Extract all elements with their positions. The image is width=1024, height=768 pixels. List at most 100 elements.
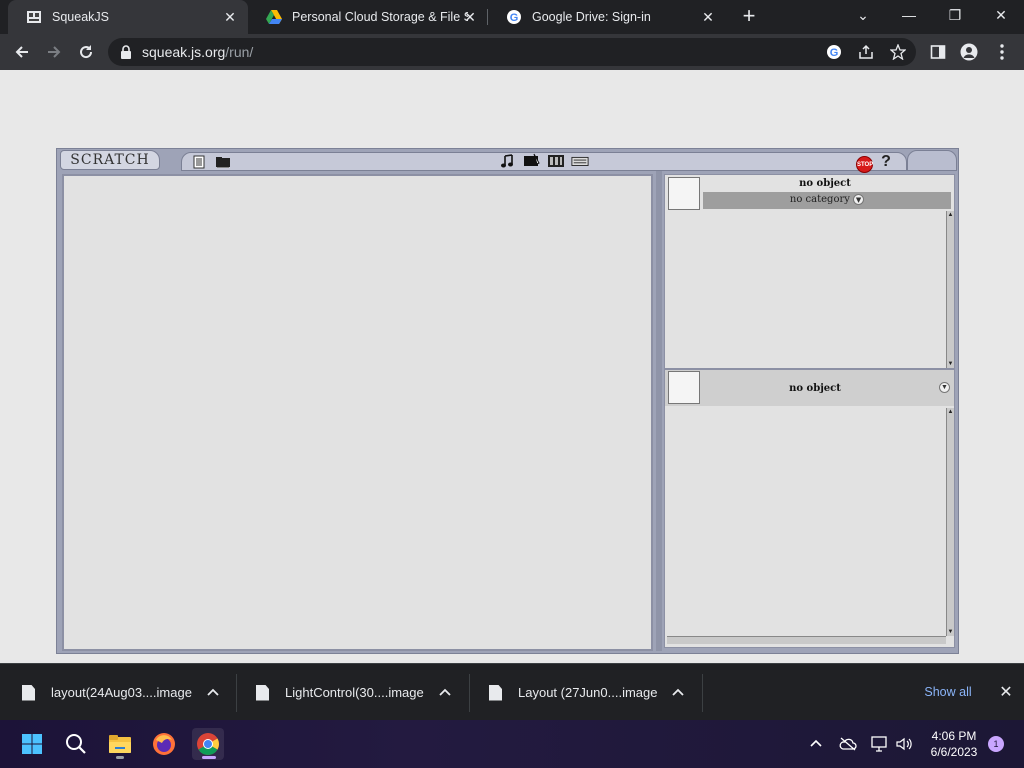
network-icon[interactable]: [870, 734, 890, 754]
scratch-top-bar: [181, 152, 907, 171]
google-lens-icon[interactable]: G: [826, 44, 842, 60]
sprite-pane-scrollbar[interactable]: ▲ ▼: [946, 211, 954, 368]
url-text: squeak.js.org/run/: [142, 44, 253, 60]
script-pane-title: no object: [789, 383, 841, 394]
film-strip-icon[interactable]: [547, 153, 565, 169]
category-selector[interactable]: no category ▼: [703, 192, 951, 209]
sprite-thumbnail[interactable]: [668, 177, 700, 210]
download-separator: [236, 674, 237, 712]
active-indicator: [202, 756, 216, 759]
download-filename: Layout (27Jun0....image: [518, 685, 658, 700]
chevron-up-icon[interactable]: [438, 686, 452, 700]
google-icon: G: [506, 9, 522, 25]
sprite-pane: no object no category ▼ ▲ ▼: [664, 174, 955, 369]
download-separator: [469, 674, 470, 712]
panel-divider[interactable]: [656, 171, 662, 651]
chevron-down-icon[interactable]: ▼: [853, 194, 865, 205]
paint-icon[interactable]: [523, 153, 541, 169]
scratch-top-right-tab: [907, 150, 957, 171]
category-text: no category: [789, 194, 850, 205]
share-icon[interactable]: [858, 44, 874, 60]
system-clock[interactable]: 4:06 PM 6/6/2023: [920, 728, 988, 760]
folder-icon[interactable]: [214, 154, 232, 170]
profile-icon[interactable]: [959, 42, 979, 62]
windows-start-icon[interactable]: [16, 728, 48, 760]
side-panel-icon[interactable]: [928, 42, 948, 62]
tab-title: Personal Cloud Storage & File Sh: [292, 10, 468, 24]
sound-note-icon[interactable]: [499, 153, 517, 169]
chevron-down-icon[interactable]: ▼: [939, 382, 950, 393]
windows-taskbar: 4:06 PM 6/6/2023: [0, 720, 1024, 768]
download-item[interactable]: layout(24Aug03....image: [22, 664, 220, 721]
close-tab-icon[interactable]: ✕: [222, 9, 238, 25]
close-tab-icon[interactable]: ✕: [462, 9, 478, 25]
notification-badge[interactable]: 1: [988, 736, 1004, 752]
script-pane-vertical-scrollbar[interactable]: ▲ ▼: [946, 408, 954, 636]
scratch-stage-area[interactable]: [62, 174, 653, 651]
script-thumbnail[interactable]: [668, 371, 700, 404]
search-icon[interactable]: [60, 728, 92, 760]
scroll-up-icon[interactable]: ▲: [947, 211, 954, 219]
file-icon: [256, 684, 269, 701]
tab-personal-cloud[interactable]: Personal Cloud Storage & File Sh ✕: [248, 0, 488, 34]
firefox-icon[interactable]: [148, 728, 180, 760]
downloads-bar: layout(24Aug03....image LightControl(30.…: [0, 663, 1024, 720]
chevron-up-icon[interactable]: [671, 686, 685, 700]
page-content: SCRATCH STOP ? no object no category ▼ ▲…: [0, 70, 1024, 663]
squeak-favicon-icon: [26, 9, 42, 25]
script-pane: no object ▼ ▲ ▼: [664, 369, 955, 648]
show-all-button[interactable]: Show all: [912, 675, 984, 709]
tab-title: Google Drive: Sign-in: [532, 10, 651, 24]
minimize-icon[interactable]: —: [897, 4, 921, 26]
help-button[interactable]: ?: [879, 153, 893, 171]
google-drive-icon: [266, 9, 282, 25]
clock-time: 4:06 PM: [931, 729, 977, 743]
keyboard-icon[interactable]: [571, 153, 589, 169]
url-host: squeak.js.org: [142, 44, 226, 60]
url-path: /run/: [225, 44, 254, 60]
scratch-logo: SCRATCH: [60, 150, 160, 170]
file-icon: [22, 684, 35, 701]
download-item[interactable]: LightControl(30....image: [256, 664, 452, 721]
download-item[interactable]: Layout (27Jun0....image: [489, 664, 685, 721]
chevron-up-icon[interactable]: [206, 686, 220, 700]
tab-squeakjs[interactable]: SqueakJS ✕: [8, 0, 248, 34]
address-bar[interactable]: squeak.js.org/run/ G: [108, 38, 916, 66]
chrome-menu-icon[interactable]: [992, 42, 1012, 62]
reload-icon[interactable]: [74, 40, 98, 64]
category-label: no category ▼: [703, 194, 951, 205]
stop-button[interactable]: STOP: [856, 156, 873, 173]
clock-date: 6/6/2023: [930, 745, 978, 759]
browser-toolbar: squeak.js.org/run/ G: [0, 34, 1024, 70]
volume-icon[interactable]: [894, 734, 914, 754]
show-hidden-icons-chevron-up-icon[interactable]: [806, 734, 826, 754]
restore-icon[interactable]: ❐: [943, 4, 967, 26]
back-icon[interactable]: [10, 40, 34, 64]
forward-icon[interactable]: [42, 40, 66, 64]
file-icon: [489, 684, 502, 701]
scroll-down-icon[interactable]: ▼: [947, 628, 954, 636]
new-tab-button[interactable]: +: [738, 5, 760, 28]
close-downloads-icon[interactable]: ✕: [996, 683, 1016, 703]
tab-title: SqueakJS: [52, 10, 109, 24]
lock-icon[interactable]: [120, 45, 132, 64]
bookmark-star-icon[interactable]: [890, 44, 906, 60]
download-filename: layout(24Aug03....image: [51, 685, 192, 700]
script-pane-horizontal-scrollbar[interactable]: [667, 636, 946, 644]
tab-search-icon[interactable]: ⌄: [851, 4, 875, 26]
close-window-icon[interactable]: ✕: [989, 4, 1013, 26]
running-indicator: [116, 756, 124, 759]
svg-text:G: G: [510, 12, 519, 24]
svg-text:G: G: [830, 47, 839, 59]
sprite-pane-title: no object: [799, 178, 851, 189]
file-explorer-icon[interactable]: [104, 728, 136, 760]
chrome-icon[interactable]: [192, 728, 224, 760]
close-tab-icon[interactable]: ✕: [700, 9, 716, 25]
script-pane-header: no object ▼: [665, 370, 954, 406]
tab-google-drive-signin[interactable]: G Google Drive: Sign-in ✕: [488, 0, 726, 34]
onedrive-offline-icon[interactable]: [838, 734, 858, 754]
scroll-up-icon[interactable]: ▲: [947, 408, 954, 416]
scroll-down-icon[interactable]: ▼: [947, 360, 954, 368]
new-document-icon[interactable]: [190, 154, 208, 170]
browser-tab-strip: SqueakJS ✕ Personal Cloud Storage & File…: [0, 0, 1024, 34]
